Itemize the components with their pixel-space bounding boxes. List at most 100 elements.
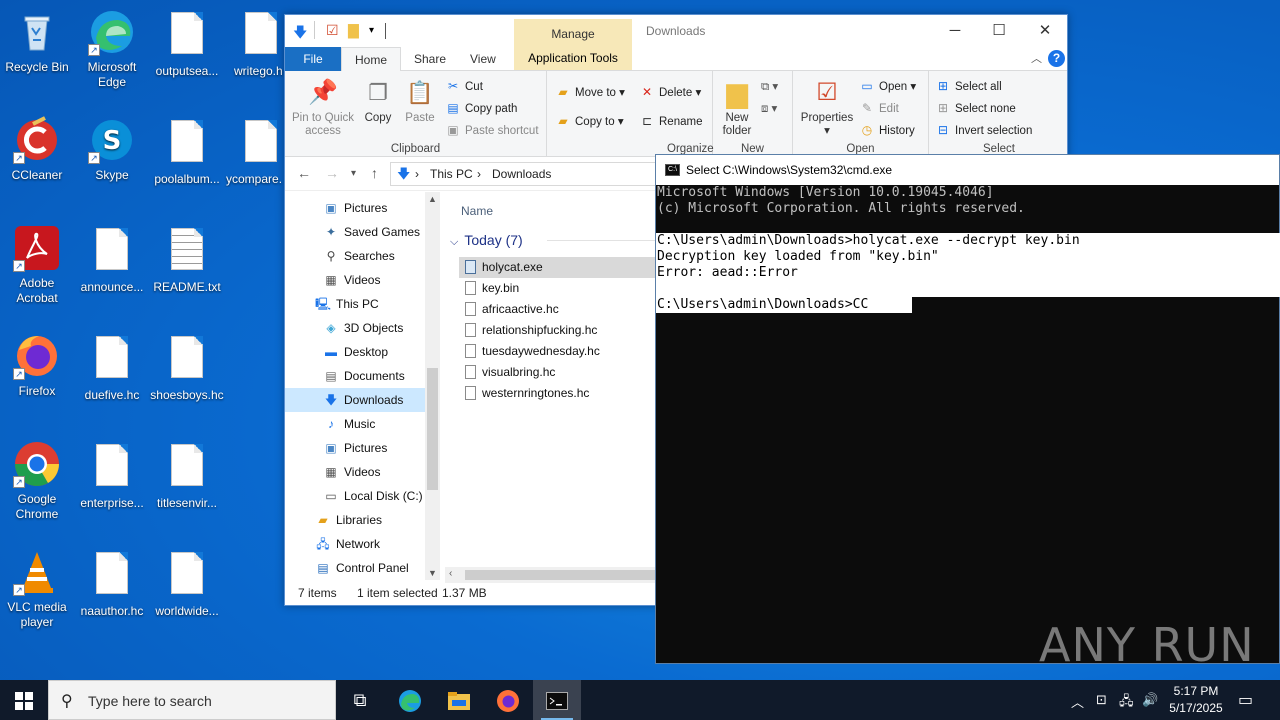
taskbar-file-explorer-icon[interactable] [435, 680, 483, 720]
paste-button[interactable]: 📋 Paste [401, 77, 439, 125]
tab-home[interactable]: Home [341, 47, 402, 72]
edit-button[interactable]: ✎ Edit [859, 101, 899, 115]
up-arrow-icon[interactable]: ↑ [371, 165, 378, 181]
nav-scrollbar[interactable]: ▲ ▼ [425, 192, 440, 580]
desktop-icon-vlc[interactable]: ↗ VLC media player [0, 548, 75, 630]
open-button[interactable]: ▭ Open ▾ [859, 79, 916, 93]
nav-item-desktop[interactable]: ▬ Desktop [285, 340, 425, 364]
desktop-icon-file[interactable]: duefive.hc [74, 332, 150, 403]
desktop-icon-file[interactable]: naauthor.hc [74, 548, 150, 619]
taskbar-cmd-icon[interactable] [533, 680, 581, 720]
copy-to-button[interactable]: ▰ Copy to ▾ [555, 114, 623, 128]
show-hidden-icons-chevron-icon[interactable]: ︿ [1071, 692, 1084, 711]
taskbar-search[interactable]: ⚲ Type here to search [48, 680, 336, 720]
new-folder-icon[interactable]: ▇ [348, 22, 359, 39]
file-row[interactable]: relationshipfucking.hc [459, 320, 659, 341]
nav-item-documents[interactable]: ▤ Documents [285, 364, 425, 388]
taskbar-firefox-icon[interactable] [484, 680, 532, 720]
copy-button[interactable]: ❐ Copy [359, 77, 397, 125]
desktop-icon-file[interactable]: outputsea... [149, 8, 225, 79]
command-prompt-window[interactable]: C:\ Select C:\Windows\System32\cmd.exe M… [655, 154, 1280, 668]
nav-item-pictures[interactable]: ▣ Pictures [285, 436, 425, 460]
pin-to-quick-access-button[interactable]: 📌 Pin to Quick access [289, 77, 357, 138]
desktop-icon-file[interactable]: shoesboys.hc [149, 332, 225, 403]
nav-item-searches[interactable]: ⚲ Searches [285, 244, 425, 268]
nav-item-local-disk[interactable]: ▭ Local Disk (C:) [285, 484, 425, 508]
file-list-horizontal-scrollbar[interactable]: ‹ [445, 567, 655, 583]
desktop-icon-file[interactable]: worldwide... [149, 548, 225, 619]
start-button[interactable] [0, 680, 48, 720]
volume-icon[interactable]: 🔊 [1142, 692, 1158, 708]
rename-button[interactable]: ⊏ Rename [639, 114, 703, 128]
taskbar-edge-icon[interactable] [386, 680, 434, 720]
history-button[interactable]: ◷ History [859, 123, 915, 137]
file-row[interactable]: westernringtones.hc [459, 383, 659, 404]
desktop-icon-microsoft-edge[interactable]: ↗ Microsoft Edge [74, 8, 150, 90]
maximize-button[interactable]: ☐ [977, 19, 1021, 43]
desktop-icon-skype[interactable]: S ↗ Skype [74, 116, 150, 183]
task-view-icon[interactable]: ⧉ [336, 680, 384, 720]
file-row[interactable]: visualbring.hc [459, 362, 659, 383]
group-header-today[interactable]: ⌵ Today (7) [450, 232, 523, 249]
new-item-button[interactable]: ⧉ ▾ [761, 79, 778, 94]
file-row[interactable]: holycat.exe [459, 257, 659, 278]
desktop-icon-readme[interactable]: README.txt [149, 224, 225, 295]
file-row[interactable]: tuesdaywednesday.hc [459, 341, 659, 362]
scroll-down-icon[interactable]: ▼ [428, 568, 437, 578]
file-row[interactable]: africaactive.hc [459, 299, 659, 320]
nav-item-downloads[interactable]: 🡇 Downloads [285, 388, 425, 412]
nav-item-control-panel[interactable]: ▤ Control Panel [285, 556, 425, 580]
new-folder-button[interactable]: ▆ New folder [717, 77, 757, 138]
nav-item-network[interactable]: 🖧 Network [285, 532, 425, 556]
cut-button[interactable]: ✂ Cut [445, 79, 483, 93]
easy-access-button[interactable]: ⧈ ▾ [761, 101, 777, 116]
nav-item-libraries[interactable]: ▰ Libraries [285, 508, 425, 532]
desktop-icon-file[interactable]: ycompare. [224, 116, 284, 187]
desktop-icon-file[interactable]: poolalbum... [149, 116, 225, 187]
nav-item-3d-objects[interactable]: ◈ 3D Objects [285, 316, 425, 340]
breadcrumb-this-pc[interactable]: This PC [430, 167, 473, 181]
scroll-up-icon[interactable]: ▲ [428, 194, 437, 204]
nav-item-saved-games[interactable]: ✦ Saved Games [285, 220, 425, 244]
desktop-icon-ccleaner[interactable]: ↗ CCleaner [0, 116, 75, 183]
properties-button[interactable]: ☑ Properties ▾ [799, 77, 855, 138]
select-all-button[interactable]: ⊞ Select all [935, 79, 1002, 93]
cmd-console[interactable]: Microsoft Windows [Version 10.0.19045.40… [656, 185, 1280, 668]
ethernet-icon[interactable]: 🖧 [1119, 692, 1134, 714]
scroll-thumb[interactable] [427, 368, 438, 490]
tab-share[interactable]: Share [401, 47, 459, 71]
explorer-titlebar[interactable]: 🡇 ☑ ▇ ▾ Manage Application Tools Downloa… [285, 15, 1067, 71]
tab-file[interactable]: File [285, 47, 341, 71]
desktop-icon-file[interactable]: enterprise... [74, 440, 150, 511]
nav-item-videos[interactable]: ▦ Videos [285, 460, 425, 484]
desktop-icon-firefox[interactable]: ↗ Firefox [0, 332, 75, 399]
move-to-button[interactable]: ▰ Move to ▾ [555, 85, 625, 99]
desktop-icon-file[interactable]: titlesenvir... [149, 440, 225, 511]
recent-locations-chevron-icon[interactable]: ▾ [351, 168, 356, 179]
help-icon[interactable]: ? [1048, 50, 1065, 67]
scroll-thumb[interactable] [465, 570, 655, 580]
copy-path-button[interactable]: ▤ Copy path [445, 101, 517, 115]
cmd-titlebar[interactable]: C:\ Select C:\Windows\System32\cmd.exe [656, 155, 1279, 185]
desktop-icon-recycle-bin[interactable]: Recycle Bin [0, 8, 75, 75]
delete-button[interactable]: ✕ Delete ▾ [639, 85, 701, 99]
quick-access-dropdown-icon[interactable]: ▾ [369, 25, 374, 36]
scroll-left-icon[interactable]: ‹ [449, 568, 452, 579]
nav-item-this-pc[interactable]: 🖳 This PC [285, 292, 425, 316]
column-header-name[interactable]: Name [461, 204, 493, 218]
breadcrumb-downloads[interactable]: Downloads [492, 167, 551, 181]
tab-view[interactable]: View [457, 47, 509, 71]
properties-check-icon[interactable]: ☑ [326, 22, 339, 39]
close-button[interactable]: ✕ [1023, 19, 1067, 43]
file-row[interactable]: key.bin [459, 278, 659, 299]
system-clock[interactable]: 5:17 PM 5/17/2025 [1163, 683, 1229, 717]
nav-item-pictures[interactable]: ▣ Pictures [285, 196, 425, 220]
invert-selection-button[interactable]: ⊟ Invert selection [935, 123, 1032, 137]
paste-shortcut-button[interactable]: ▣ Paste shortcut [445, 123, 538, 137]
select-none-button[interactable]: ⊞ Select none [935, 101, 1016, 115]
minimize-button[interactable]: ─ [933, 19, 977, 43]
network-status-icon[interactable]: ⊡ [1096, 692, 1107, 708]
back-arrow-icon[interactable]: ← [297, 165, 311, 181]
nav-item-videos[interactable]: ▦ Videos [285, 268, 425, 292]
desktop-icon-file[interactable]: writego.h [224, 8, 284, 79]
